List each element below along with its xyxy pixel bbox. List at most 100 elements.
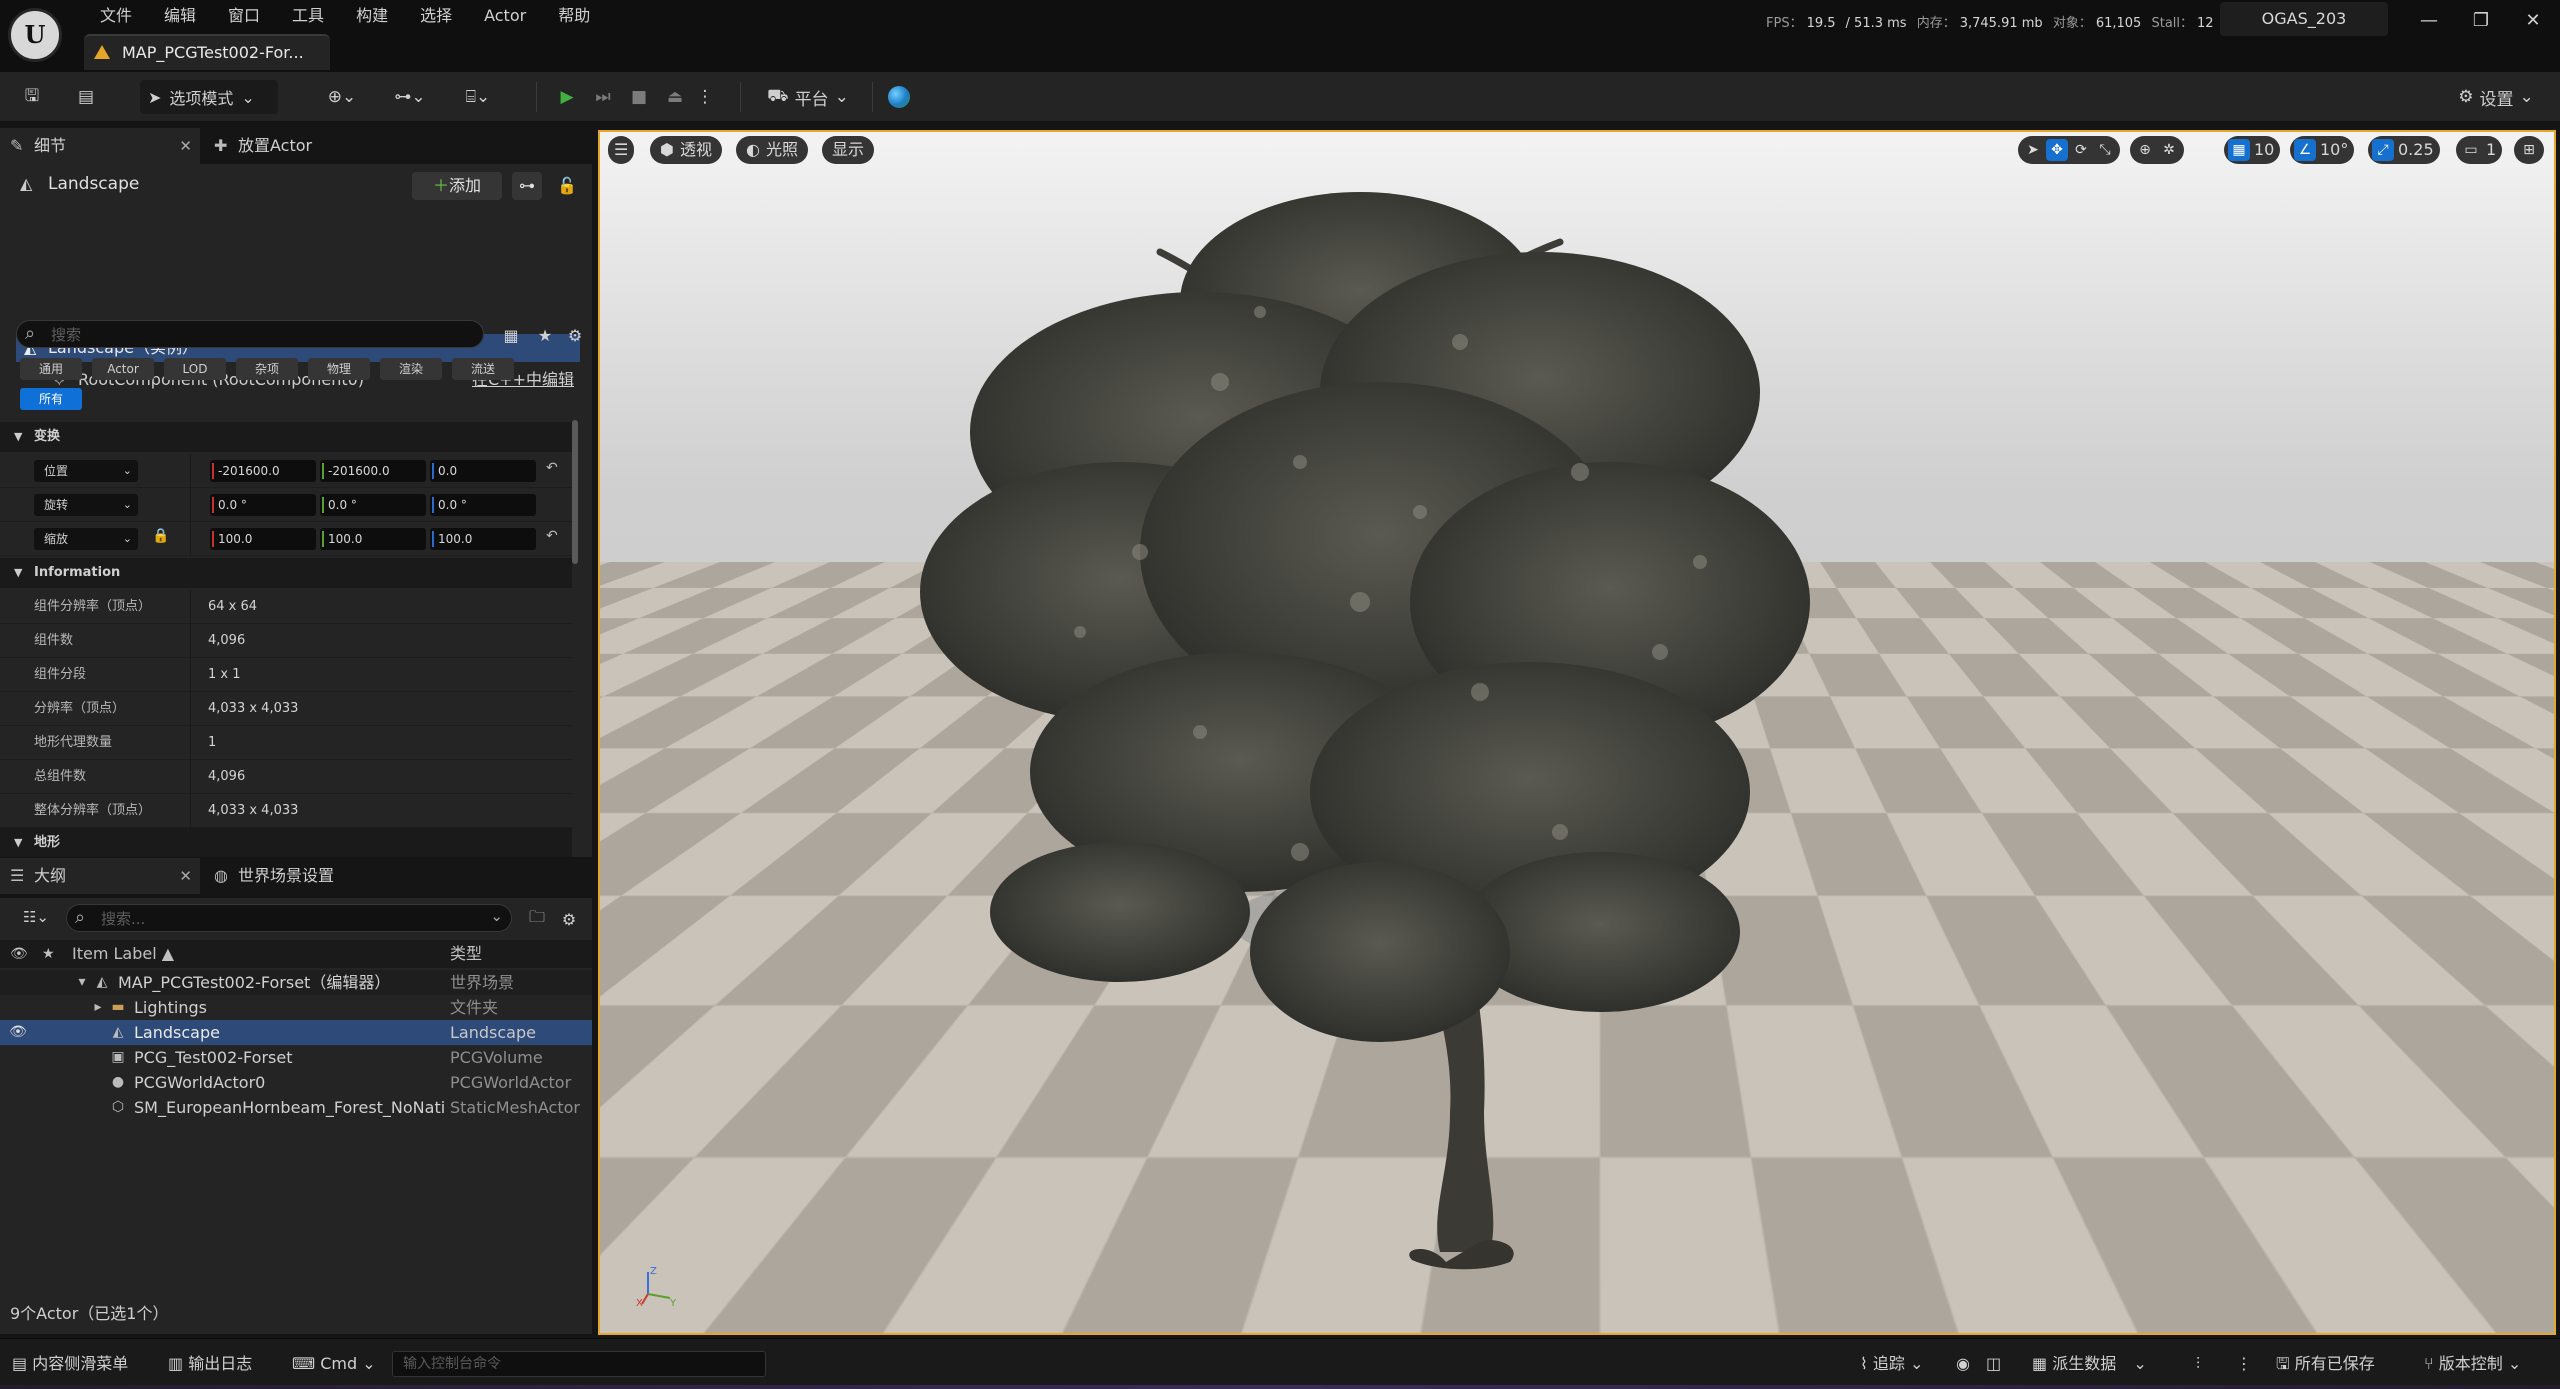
location-z-field[interactable]: 0.0: [430, 460, 536, 482]
filter-streaming[interactable]: 流送: [452, 358, 514, 380]
level-viewport[interactable]: ☰ ⬢ 透视 ◐ 光照 显示 ➤ ✥ ⟳ ⤡ ⊕ ✲ ▦ 10 ∠ 10° ⤢ 0.25 …: [598, 130, 2556, 1335]
menu-tools[interactable]: 工具: [276, 4, 340, 28]
reset-arrow-icon[interactable]: ↶: [546, 528, 558, 544]
surface-snap-icon[interactable]: ✲: [2158, 139, 2180, 161]
add-content-icon[interactable]: ⊕⌄: [318, 80, 366, 114]
world-space-icon[interactable]: ⊕: [2134, 139, 2156, 161]
section-transform[interactable]: ▼ 变换: [0, 422, 572, 452]
cmd-select[interactable]: ⌨ Cmd ⌄: [292, 1351, 376, 1377]
settings-button[interactable]: ⚙ 设置 ⌄: [2448, 80, 2544, 114]
restore-button[interactable]: ❐: [2456, 4, 2506, 38]
filter-all[interactable]: 所有: [20, 388, 82, 410]
menu-actor[interactable]: Actor: [468, 4, 542, 28]
show-button[interactable]: 显示: [822, 136, 874, 164]
lighting-button[interactable]: ◐ 光照: [736, 136, 808, 164]
location-y-field[interactable]: -201600.0: [320, 460, 426, 482]
tab-outliner[interactable]: ☰ 大纲 ✕: [0, 858, 200, 894]
globe-icon[interactable]: [884, 80, 914, 114]
tree-row-landscape[interactable]: 👁 ◭ Landscape Landscape: [0, 1020, 592, 1045]
tree-row-pcg-world-actor[interactable]: ● PCGWorldActor0 PCGWorldActor: [0, 1070, 592, 1095]
location-x-field[interactable]: -201600.0: [210, 460, 316, 482]
menu-select[interactable]: 选择: [404, 4, 468, 28]
table-view-icon[interactable]: ▦: [498, 318, 524, 352]
grid-snap-button[interactable]: ▦ 10: [2224, 136, 2280, 164]
save-icon[interactable]: 🖫: [16, 80, 48, 114]
derived-data-button[interactable]: ▦ 派生数据 ⌄: [2032, 1351, 2147, 1377]
content-browser-icon[interactable]: ▤: [70, 80, 102, 114]
filter-physics[interactable]: 物理: [308, 358, 370, 380]
screenshot-icon[interactable]: ◫: [1986, 1351, 2001, 1377]
cinematics-icon[interactable]: ⌸⌄: [454, 80, 502, 114]
menu-window[interactable]: 窗口: [212, 4, 276, 28]
trace-button[interactable]: ⌇ 追踪 ⌄: [1860, 1351, 1923, 1377]
rotation-x-field[interactable]: 0.0 °: [210, 494, 316, 516]
reset-arrow-icon[interactable]: ↶: [546, 460, 558, 476]
new-folder-icon[interactable]: 🗀: [524, 902, 550, 936]
minimize-button[interactable]: —: [2404, 4, 2454, 38]
filter-actor[interactable]: Actor: [92, 358, 154, 380]
section-information[interactable]: ▼ Information: [0, 558, 572, 588]
tree-row-static-mesh[interactable]: ⬡ SM_EuropeanHornbeam_Forest_NoNati Stat…: [0, 1095, 592, 1120]
save-all-button[interactable]: 🖫 所有已保存: [2276, 1351, 2375, 1377]
close-button[interactable]: ✕: [2508, 4, 2558, 38]
content-drawer-button[interactable]: ▤ 内容侧滑菜单: [12, 1351, 128, 1377]
blueprint-convert-button[interactable]: ⊶: [512, 172, 542, 200]
gear-icon[interactable]: ⚙: [556, 902, 582, 936]
collapse-triangle-icon[interactable]: ▾: [72, 970, 92, 995]
tree-row-lightings[interactable]: ▸ ▬ Lightings 文件夹: [0, 995, 592, 1020]
outliner-search-input[interactable]: ⌕ 搜索... ⌄: [66, 904, 512, 932]
menu-build[interactable]: 构建: [340, 4, 404, 28]
tab-world-settings[interactable]: ◍ 世界场景设置: [204, 858, 384, 894]
item-label-header[interactable]: Item Label ▲: [72, 940, 174, 968]
source-status-icon[interactable]: ⫶: [2196, 1351, 2200, 1377]
menu-edit[interactable]: 编辑: [148, 4, 212, 28]
skip-frame-icon[interactable]: ⏭: [588, 80, 618, 114]
mode-select[interactable]: ➤ 选项模式 ⌄: [140, 80, 278, 114]
scale-icon[interactable]: ⤡: [2094, 139, 2116, 161]
console-command-input[interactable]: 输入控制台命令: [392, 1351, 766, 1377]
add-component-button[interactable]: ＋添加: [412, 172, 502, 200]
rotation-y-field[interactable]: 0.0 °: [320, 494, 426, 516]
translate-icon[interactable]: ✥: [2046, 139, 2068, 161]
platform-button[interactable]: ⛟ 平台 ⌄: [760, 80, 856, 114]
more-options-icon[interactable]: ⋮: [2236, 1351, 2252, 1377]
rotation-z-field[interactable]: 0.0 °: [430, 494, 536, 516]
source-control-button[interactable]: ⑂ 版本控制 ⌄: [2424, 1351, 2521, 1377]
filter-icon[interactable]: ☷⌄: [14, 904, 58, 930]
eject-icon[interactable]: ⏏: [660, 80, 690, 114]
play-options-icon[interactable]: ⋮: [696, 80, 714, 114]
location-mode-select[interactable]: 位置 ⌄: [34, 460, 138, 482]
rotation-snap-button[interactable]: ∠ 10°: [2290, 136, 2354, 164]
blueprint-icon[interactable]: ⊶⌄: [386, 80, 434, 114]
details-scrollbar[interactable]: [572, 420, 578, 564]
output-log-button[interactable]: ▥ 输出日志: [168, 1351, 252, 1377]
visibility-eye-icon[interactable]: 👁: [8, 1020, 28, 1045]
filter-misc[interactable]: 杂项: [236, 358, 298, 380]
close-icon[interactable]: ✕: [179, 858, 192, 894]
perspective-button[interactable]: ⬢ 透视: [650, 136, 722, 164]
unreal-logo[interactable]: U: [8, 8, 62, 62]
scale-x-field[interactable]: 100.0: [210, 528, 316, 550]
gear-icon[interactable]: ⚙: [562, 318, 588, 352]
tree-row-pcg-volume[interactable]: ▣ PCG_Test002-Forset PCGVolume: [0, 1045, 592, 1070]
star-icon[interactable]: ★: [532, 318, 558, 352]
select-arrow-icon[interactable]: ➤: [2022, 139, 2044, 161]
menu-file[interactable]: 文件: [84, 4, 148, 28]
tree-row-world[interactable]: ▾ ◭ MAP_PCGTest002-Forset（编辑器） 世界场景: [0, 970, 592, 995]
close-icon[interactable]: ✕: [179, 128, 192, 164]
lock-icon[interactable]: 🔓: [552, 172, 582, 200]
details-search-input[interactable]: ⌕ 搜索: [16, 320, 484, 348]
tab-place-actors[interactable]: ✚ 放置Actor: [204, 128, 364, 164]
scale-y-field[interactable]: 100.0: [320, 528, 426, 550]
scale-z-field[interactable]: 100.0: [430, 528, 536, 550]
tab-details[interactable]: ✎ 细节 ✕: [0, 128, 200, 164]
stop-icon[interactable]: ■: [624, 80, 654, 114]
play-icon[interactable]: ▶: [552, 80, 582, 114]
scale-mode-select[interactable]: 缩放 ⌄: [34, 528, 138, 550]
scale-snap-button[interactable]: ⤢ 0.25: [2368, 136, 2440, 164]
record-icon[interactable]: ◉: [1956, 1351, 1970, 1377]
camera-speed-button[interactable]: ▭ 1: [2456, 136, 2502, 164]
menu-help[interactable]: 帮助: [542, 4, 606, 28]
filter-lod[interactable]: LOD: [164, 358, 226, 380]
level-document-tab[interactable]: MAP_PCGTest002-For...: [84, 34, 330, 70]
